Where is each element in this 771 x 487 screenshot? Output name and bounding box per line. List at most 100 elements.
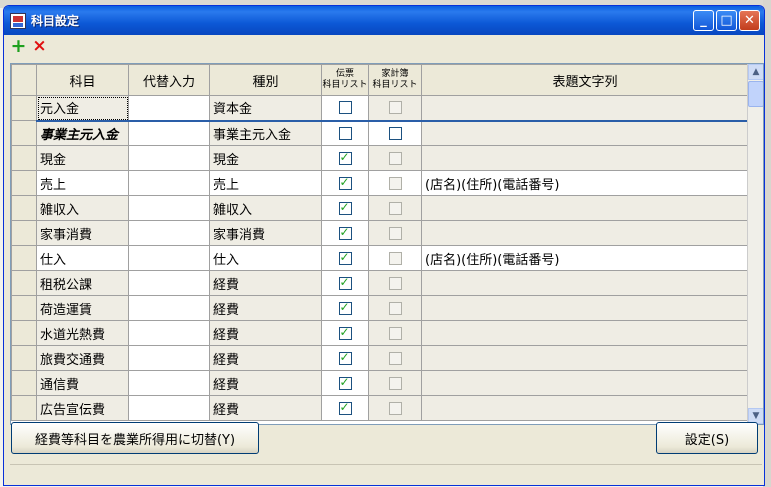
cell-household-checkbox[interactable]	[368, 370, 422, 396]
checked-checkbox-icon[interactable]	[338, 325, 352, 340]
cell-subject[interactable]: 通信費	[36, 370, 129, 396]
cell-household-checkbox[interactable]	[368, 295, 422, 321]
cell-subject[interactable]: 事業主元入金	[36, 120, 129, 146]
cell-type[interactable]: 仕入	[209, 245, 322, 271]
cell-subject[interactable]: 雑収入	[36, 195, 129, 221]
cell-subject[interactable]: 仕入	[36, 245, 129, 271]
cell-type[interactable]: 経費	[209, 395, 322, 421]
cell-household-checkbox[interactable]	[368, 95, 422, 122]
cell-subject[interactable]: 水道光熱費	[36, 320, 129, 346]
checked-checkbox-icon[interactable]	[338, 175, 352, 190]
table-row[interactable]: 雑収入 雑収入	[11, 195, 749, 221]
column-header-alt-input[interactable]: 代替入力	[128, 64, 210, 96]
table-row[interactable]: 租税公課 経費	[11, 270, 749, 296]
cell-alt-input[interactable]	[128, 220, 210, 246]
cell-type[interactable]: 経費	[209, 295, 322, 321]
cell-title-string[interactable]: (店名)(住所)(電話番号)	[421, 245, 749, 271]
cell-alt-input[interactable]	[128, 95, 210, 122]
cell-title-string[interactable]	[421, 120, 749, 146]
cell-subject[interactable]: 売上	[36, 170, 129, 196]
cell-subject[interactable]: 荷造運賃	[36, 295, 129, 321]
cell-type[interactable]: 経費	[209, 270, 322, 296]
checked-checkbox-icon[interactable]	[338, 200, 352, 215]
row-header[interactable]	[11, 170, 37, 196]
cell-type[interactable]: 雑収入	[209, 195, 322, 221]
column-header-type[interactable]: 種別	[209, 64, 322, 96]
checked-checkbox-icon[interactable]	[338, 250, 352, 265]
cell-type[interactable]: 資本金	[209, 95, 322, 122]
table-row[interactable]: 現金 現金	[11, 145, 749, 171]
cell-type[interactable]: 家事消費	[209, 220, 322, 246]
title-bar[interactable]: 科目設定 _ □ ✕	[4, 6, 764, 35]
table-row[interactable]: 元入金 資本金	[11, 95, 749, 122]
cell-slip-checkbox[interactable]	[321, 395, 369, 421]
cell-title-string[interactable]	[421, 270, 749, 296]
checkbox-icon[interactable]	[338, 126, 352, 140]
cell-slip-checkbox[interactable]	[321, 220, 369, 246]
cell-title-string[interactable]	[421, 395, 749, 421]
cell-household-checkbox[interactable]	[368, 270, 422, 296]
cell-alt-input[interactable]	[128, 395, 210, 421]
table-row[interactable]: 通信費 経費	[11, 370, 749, 396]
table-row[interactable]: 旅費交通費 経費	[11, 345, 749, 371]
row-header[interactable]	[11, 145, 37, 171]
checkbox-icon[interactable]	[338, 101, 352, 115]
checked-checkbox-icon[interactable]	[338, 225, 352, 240]
cell-alt-input[interactable]	[128, 120, 210, 146]
checked-checkbox-icon[interactable]	[338, 150, 352, 165]
cell-type[interactable]: 売上	[209, 170, 322, 196]
cell-alt-input[interactable]	[128, 145, 210, 171]
cell-household-checkbox[interactable]	[368, 170, 422, 196]
maximize-button[interactable]: □	[716, 10, 737, 31]
set-button[interactable]: 設定(S)	[656, 422, 758, 454]
cell-type[interactable]: 経費	[209, 370, 322, 396]
cell-household-checkbox[interactable]	[368, 395, 422, 421]
checked-checkbox-icon[interactable]	[338, 350, 352, 365]
cell-title-string[interactable]	[421, 345, 749, 371]
row-header[interactable]	[11, 295, 37, 321]
cell-slip-checkbox[interactable]	[321, 195, 369, 221]
cell-household-checkbox[interactable]	[368, 220, 422, 246]
add-icon[interactable]: +	[10, 36, 27, 55]
cell-slip-checkbox[interactable]	[321, 370, 369, 396]
column-header-slip-list[interactable]: 伝票 科目リスト	[321, 64, 369, 96]
cell-type[interactable]: 経費	[209, 345, 322, 371]
cell-alt-input[interactable]	[128, 270, 210, 296]
scroll-up-icon[interactable]: ▲	[748, 64, 763, 80]
close-button[interactable]: ✕	[739, 10, 760, 31]
checked-checkbox-icon[interactable]	[338, 400, 352, 415]
cell-alt-input[interactable]	[128, 370, 210, 396]
cell-subject[interactable]: 旅費交通費	[36, 345, 129, 371]
table-row[interactable]: 事業主元入金 事業主元入金	[11, 120, 749, 146]
vertical-scrollbar[interactable]: ▲ ▼	[747, 64, 763, 424]
checkbox-icon[interactable]	[388, 126, 402, 140]
cell-title-string[interactable]	[421, 295, 749, 321]
subject-grid[interactable]: 科目 代替入力 種別 伝票 科目リスト 家計簿 科目リスト 表題文字列 元入金 資…	[10, 63, 764, 425]
table-row[interactable]: 広告宣伝費 経費	[11, 395, 749, 421]
table-row[interactable]: 荷造運賃 経費	[11, 295, 749, 321]
cell-subject[interactable]: 租税公課	[36, 270, 129, 296]
row-header[interactable]	[11, 245, 37, 271]
table-row[interactable]: 売上 売上 (店名)(住所)(電話番号)	[11, 170, 749, 196]
cell-slip-checkbox[interactable]	[321, 295, 369, 321]
cell-alt-input[interactable]	[128, 295, 210, 321]
cell-household-checkbox[interactable]	[368, 145, 422, 171]
row-header[interactable]	[11, 195, 37, 221]
cell-subject[interactable]: 現金	[36, 145, 129, 171]
row-header[interactable]	[11, 220, 37, 246]
cell-slip-checkbox[interactable]	[321, 270, 369, 296]
cell-slip-checkbox[interactable]	[321, 170, 369, 196]
row-header[interactable]	[11, 345, 37, 371]
cell-slip-checkbox[interactable]	[321, 145, 369, 171]
cell-type[interactable]: 事業主元入金	[209, 120, 322, 146]
cell-alt-input[interactable]	[128, 345, 210, 371]
scroll-thumb[interactable]	[748, 81, 763, 107]
column-header-title-string[interactable]: 表題文字列	[421, 64, 749, 96]
row-header[interactable]	[11, 270, 37, 296]
minimize-button[interactable]: _	[693, 10, 714, 31]
cell-alt-input[interactable]	[128, 170, 210, 196]
table-row[interactable]: 仕入 仕入 (店名)(住所)(電話番号)	[11, 245, 749, 271]
cell-household-checkbox[interactable]	[368, 195, 422, 221]
cell-title-string[interactable]	[421, 95, 749, 122]
checked-checkbox-icon[interactable]	[338, 275, 352, 290]
